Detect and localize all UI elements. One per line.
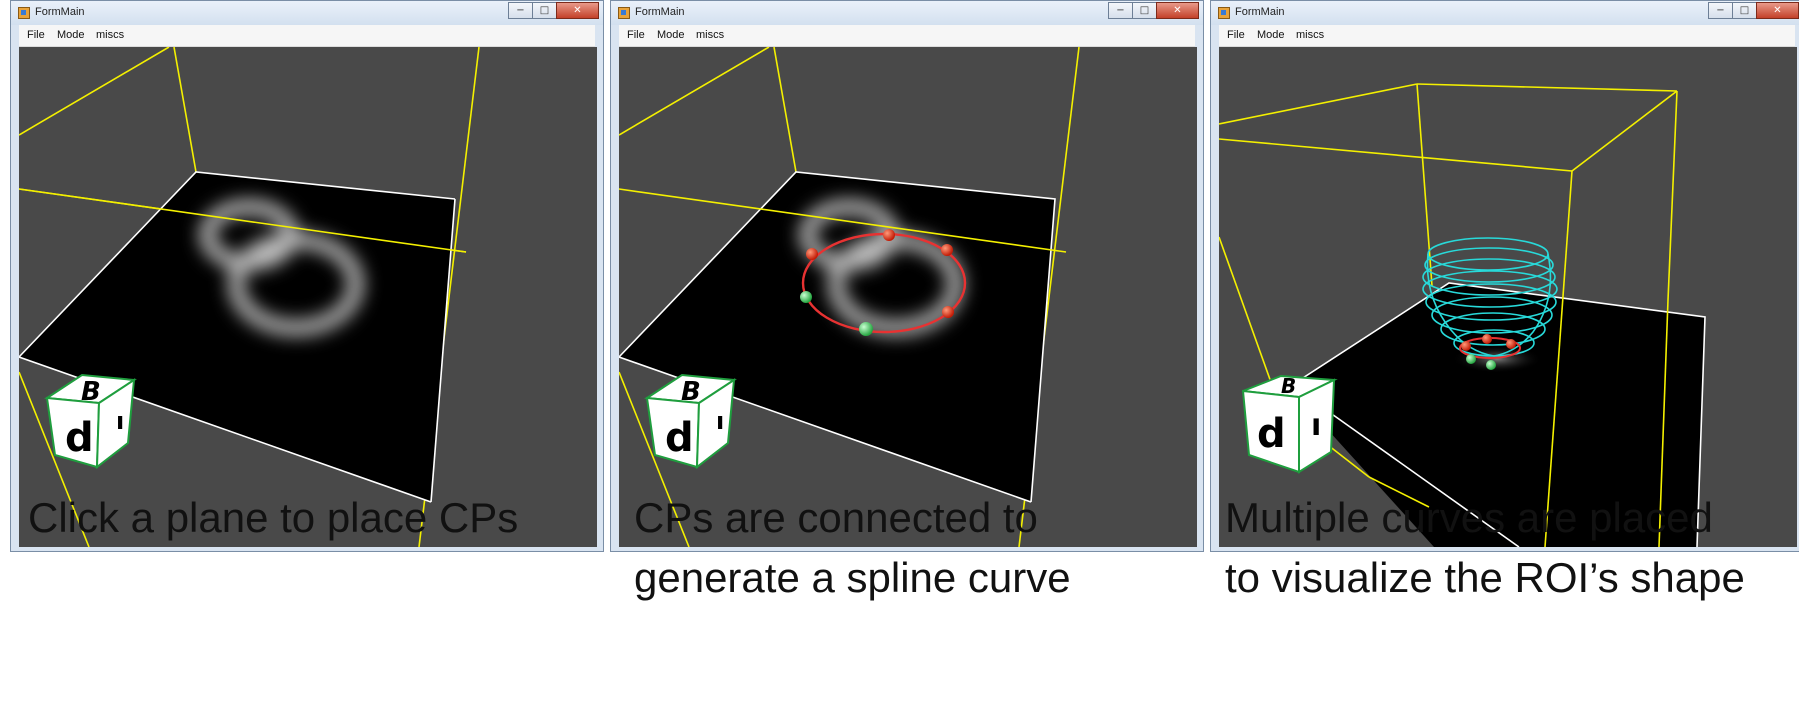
cube-label-front: d — [65, 415, 94, 461]
cube-label-top: B — [681, 377, 701, 407]
control-point[interactable] — [1482, 334, 1492, 344]
menu-bar: File Mode miscs — [1219, 25, 1795, 47]
formmain-window-3: FormMain − □ ✕ File Mode miscs B d ı — [1210, 0, 1799, 552]
formmain-window-1: FormMain − □ ✕ File Mode miscs B d ı — [10, 0, 604, 552]
window-title: FormMain — [635, 6, 685, 18]
app-icon — [618, 7, 630, 19]
minimize-button[interactable]: − — [1108, 2, 1133, 19]
app-icon — [18, 7, 30, 19]
control-point[interactable] — [859, 322, 873, 336]
minimize-button[interactable]: − — [1708, 2, 1733, 19]
control-point[interactable] — [883, 229, 895, 241]
cube-label-side: ı — [1311, 408, 1321, 443]
menu-file[interactable]: File — [1227, 29, 1245, 41]
caption-3-line-2: to visualize the ROI’s shape — [1225, 554, 1745, 601]
menu-bar: File Mode miscs — [19, 25, 595, 47]
window-title: FormMain — [35, 6, 85, 18]
menu-miscs[interactable]: miscs — [696, 29, 724, 41]
close-button[interactable]: ✕ — [1756, 2, 1799, 19]
maximize-button[interactable]: □ — [1132, 2, 1157, 19]
menu-bar: File Mode miscs — [619, 25, 1195, 47]
menu-mode[interactable]: Mode — [57, 29, 85, 41]
caption-2-line-1: CPs are connected to — [634, 494, 1038, 541]
title-bar: FormMain − □ ✕ — [611, 1, 1203, 25]
cube-label-top: B — [81, 377, 101, 407]
caption-1-line-1: Click a plane to place CPs — [28, 494, 519, 541]
control-point[interactable] — [1461, 341, 1471, 351]
caption-1: Click a plane to place CPs — [28, 488, 518, 548]
panel-1: FormMain − □ ✕ File Mode miscs B d ı — [10, 0, 610, 560]
menu-mode[interactable]: Mode — [1257, 29, 1285, 41]
formmain-window-2: FormMain − □ ✕ File Mode miscs B d ı — [610, 0, 1204, 552]
window-title: FormMain — [1235, 6, 1285, 18]
control-point[interactable] — [1486, 360, 1496, 370]
title-bar: FormMain − □ ✕ — [1211, 1, 1799, 25]
close-button[interactable]: ✕ — [556, 2, 599, 19]
menu-miscs[interactable]: miscs — [1296, 29, 1324, 41]
control-point[interactable] — [942, 306, 954, 318]
cube-label-front: d — [665, 415, 694, 461]
control-point[interactable] — [1466, 354, 1476, 364]
3d-viewport[interactable]: B d ı — [619, 47, 1197, 547]
menu-miscs[interactable]: miscs — [96, 29, 124, 41]
caption-2-line-2: generate a spline curve — [634, 554, 1071, 601]
minimize-button[interactable]: − — [508, 2, 533, 19]
caption-2-text: CPs are connected to generate a spline c… — [634, 488, 1071, 608]
panel-3: FormMain − □ ✕ File Mode miscs B d ı — [1210, 0, 1799, 560]
3d-viewport[interactable]: B d ı — [1219, 47, 1797, 547]
control-point[interactable] — [941, 244, 953, 256]
maximize-button[interactable]: □ — [532, 2, 557, 19]
panel-2: FormMain − □ ✕ File Mode miscs B d ı — [610, 0, 1210, 560]
menu-mode[interactable]: Mode — [657, 29, 685, 41]
maximize-button[interactable]: □ — [1732, 2, 1757, 19]
caption-3-line-1: Multiple curves are placed — [1225, 494, 1713, 541]
cube-label-side: ı — [716, 407, 724, 435]
title-bar: FormMain − □ ✕ — [11, 1, 603, 25]
cube-label-front: d — [1257, 411, 1286, 457]
cube-label-top: B — [1281, 374, 1296, 398]
menu-file[interactable]: File — [627, 29, 645, 41]
control-point[interactable] — [1506, 339, 1516, 349]
cube-label-side: ı — [116, 407, 124, 435]
caption-3: Multiple curves are placed to visualize … — [1225, 488, 1745, 608]
app-icon — [1218, 7, 1230, 19]
close-button[interactable]: ✕ — [1156, 2, 1199, 19]
control-point[interactable] — [800, 291, 812, 303]
3d-viewport[interactable]: B d ı — [19, 47, 597, 547]
control-point[interactable] — [806, 248, 818, 260]
menu-file[interactable]: File — [27, 29, 45, 41]
